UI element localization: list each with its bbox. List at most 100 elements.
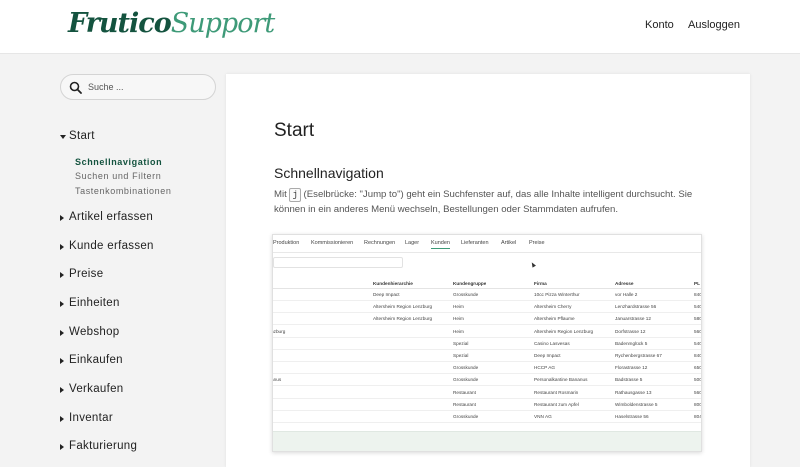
table-cell: Deep Impact bbox=[373, 292, 400, 297]
table-cell: Heim bbox=[453, 304, 464, 310]
sidebar-item-start[interactable]: Start bbox=[60, 130, 210, 146]
caret-right-icon bbox=[60, 358, 64, 364]
sidebar-subitem-tastenkombinationen[interactable]: Tastenkombinationen bbox=[75, 186, 171, 196]
sidebar-item-label: Start bbox=[69, 130, 95, 142]
table-row: Deep Impact Grosskunde 10cc Pizza Winterth… bbox=[273, 290, 702, 301]
column-header: Kundengruppe bbox=[453, 281, 487, 286]
caret-right-icon bbox=[60, 444, 64, 450]
table-cell: nzburg bbox=[272, 328, 286, 334]
table-cell: 560 bbox=[694, 389, 702, 395]
table-cell: Altersheim Region Lenzburg bbox=[534, 328, 594, 334]
screenshot-tab: Artikel bbox=[501, 240, 517, 246]
nav-link-ausloggen[interactable]: Ausloggen bbox=[688, 19, 740, 31]
table-row: nzburg Heim Altersheim Region Lenzburg Dorf… bbox=[272, 327, 701, 338]
table-cell: HCCP AG bbox=[534, 365, 556, 371]
table-cell: Grosskunde bbox=[453, 292, 479, 297]
table-cell: Grosskunde bbox=[453, 365, 479, 371]
screenshot-tab: Lager bbox=[405, 240, 420, 246]
table-cell: Florastrasse 12 bbox=[615, 365, 648, 371]
table-cell: 580 bbox=[694, 316, 702, 322]
table-cell: Altersheim Region Lenzburg bbox=[373, 304, 433, 310]
table-cell: Grosskunde bbox=[453, 377, 479, 383]
screenshot-tab-bar: Produktion Kommissionieren Rechnungen La… bbox=[273, 235, 701, 253]
sidebar-item-label: Einkaufen bbox=[69, 354, 123, 366]
table-row: Restaurant Restaurant zum Apfel Wimboldens… bbox=[273, 400, 702, 411]
screenshot-tab: Lieferanten bbox=[461, 240, 489, 246]
search-input[interactable]: Suche ... bbox=[88, 82, 124, 92]
table-cell: Spezial bbox=[453, 353, 469, 358]
table-cell: Wimboldenstrasse 5 bbox=[615, 401, 658, 407]
table-cell: Badstrasse 5 bbox=[615, 377, 643, 383]
sidebar-subitem-schnellnavigation[interactable]: Schnellnavigation bbox=[75, 157, 162, 167]
table-cell: Rychenbergstrasse 67 bbox=[615, 353, 662, 358]
table-cell: Altersheim Region Lenzburg bbox=[373, 316, 433, 322]
table-cell: Casino Lasvesas bbox=[534, 340, 570, 346]
table-cell: Dorfstrasse 12 bbox=[615, 328, 646, 334]
screenshot-search-field bbox=[273, 257, 403, 268]
table-cell: 500 bbox=[694, 377, 702, 383]
screenshot-tab: Preise bbox=[529, 240, 545, 246]
table-cell: Restaurant bbox=[453, 389, 476, 395]
caret-right-icon bbox=[60, 215, 64, 221]
nav-link-konto[interactable]: Konto bbox=[645, 19, 674, 31]
table-cell: 840 bbox=[694, 292, 702, 297]
table-cell: vor Halle 2 bbox=[615, 292, 638, 297]
column-header: Kundenhierarchie bbox=[373, 281, 413, 286]
table-cell: 10cc Pizza Winterthur bbox=[534, 292, 580, 297]
table-cell: Personalkantine Bananus bbox=[534, 377, 588, 383]
sidebar-item-label: Preise bbox=[69, 268, 104, 280]
keyboard-key: j bbox=[289, 188, 301, 202]
table-row: Grosskunde HCCP AG Florastrasse 12 650 bbox=[273, 363, 702, 375]
sidebar-item-webshop[interactable]: Webshop bbox=[60, 326, 210, 342]
sidebar-item-inventar[interactable]: Inventar bbox=[60, 412, 210, 428]
sidebar-item-kunde-erfassen[interactable]: Kunde erfassen bbox=[60, 240, 210, 256]
table-cell: 540 bbox=[694, 304, 702, 310]
table-cell: 540 bbox=[694, 340, 702, 346]
sidebar-item-label: Fakturierung bbox=[69, 440, 138, 452]
table-cell: Badenmglück 5 bbox=[615, 340, 648, 346]
main-content: Start Schnellnavigation Mit j (Eselbrück… bbox=[226, 74, 750, 467]
table-cell: Restaurant bbox=[453, 401, 476, 407]
screenshot-tab: Produktion bbox=[273, 240, 300, 246]
sidebar-item-artikel-erfassen[interactable]: Artikel erfassen bbox=[60, 211, 210, 227]
table-cell: 800 bbox=[694, 401, 702, 407]
caret-right-icon bbox=[60, 387, 64, 393]
sidebar-item-einheiten[interactable]: Einheiten bbox=[60, 297, 210, 313]
paragraph-text: Mit bbox=[274, 189, 287, 200]
caret-right-icon bbox=[60, 330, 64, 336]
column-header: Adresse bbox=[615, 281, 634, 286]
table-cell: Heim bbox=[453, 316, 464, 322]
table-cell: Altersheim Cherry bbox=[534, 304, 572, 310]
table-cell: VNN AG bbox=[534, 414, 552, 419]
table-row: anus Grosskunde Personalkantine Bananus Bad… bbox=[273, 375, 702, 387]
sidebar-item-verkaufen[interactable]: Verkaufen bbox=[60, 383, 210, 399]
table-cell: Altersheim Pflaume bbox=[534, 316, 575, 322]
top-header: FruticoSupport Konto Ausloggen bbox=[0, 0, 800, 54]
sidebar-item-label: Kunde erfassen bbox=[69, 240, 154, 252]
table-cell: Rathausgasse 13 bbox=[615, 389, 652, 395]
logo-text-support: Support bbox=[170, 8, 275, 39]
sidebar-item-label: Artikel erfassen bbox=[69, 211, 154, 223]
table-row: Spezial Casino Lasvesas Badenmglück 5 540 bbox=[273, 339, 702, 350]
table-cell: Restaurant Rosmarin bbox=[534, 389, 579, 395]
table-cell: 650 bbox=[694, 365, 702, 371]
sidebar-item-label: Inventar bbox=[69, 412, 113, 424]
table-cell: Deep Impact bbox=[534, 353, 561, 358]
sidebar-item-preise[interactable]: Preise bbox=[60, 268, 210, 284]
column-header: PL bbox=[694, 281, 700, 286]
sidebar-item-einkaufen[interactable]: Einkaufen bbox=[60, 354, 210, 370]
table-cell: 804 bbox=[694, 414, 702, 419]
screenshot-tab: Kommissionieren bbox=[311, 240, 354, 246]
frutico-support-logo[interactable]: FruticoSupport bbox=[68, 8, 275, 39]
table-row: Altersheim Region Lenzburg Heim Altersheim… bbox=[273, 314, 702, 326]
table-cell: Spezial bbox=[453, 340, 469, 346]
search-box[interactable]: Suche ... bbox=[60, 74, 216, 100]
table-row: Restaurant Restaurant Rosmarin Rathausgass… bbox=[273, 388, 702, 399]
sidebar-item-fakturierung[interactable]: Fakturierung bbox=[60, 440, 210, 456]
screenshot-table-header: Kundenhierarchie Kundengruppe Firma Adre… bbox=[273, 279, 701, 289]
caret-right-icon bbox=[60, 301, 64, 307]
screenshot-tab-active: Kunden bbox=[431, 240, 450, 249]
table-cell: Lenzhardstrasse 56 bbox=[615, 304, 657, 310]
sidebar-subitem-suchen-und-filtern[interactable]: Suchen und Filtern bbox=[75, 171, 161, 181]
screenshot-tab: Rechnungen bbox=[364, 240, 396, 246]
